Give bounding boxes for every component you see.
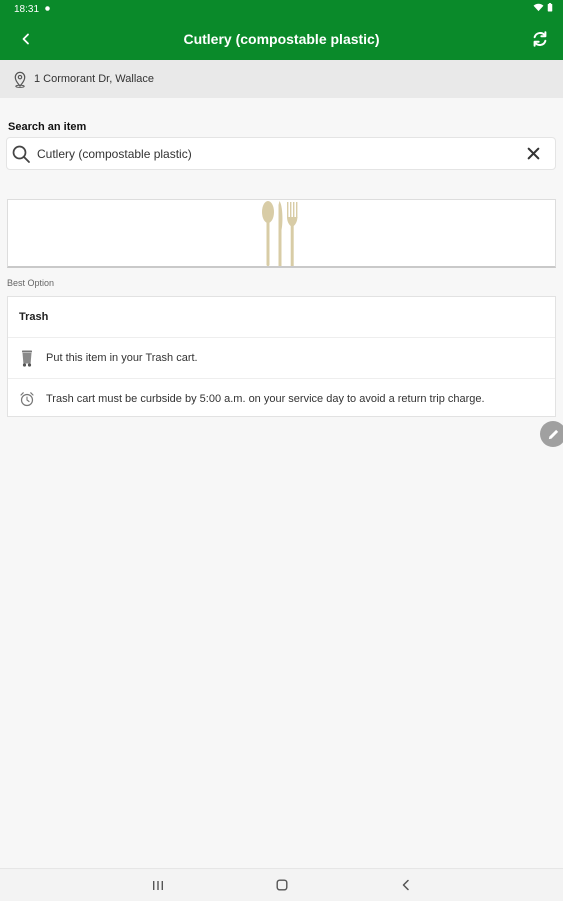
search-box bbox=[6, 137, 556, 170]
system-nav-bar bbox=[0, 868, 563, 901]
home-icon bbox=[276, 879, 288, 891]
app-bar: Cutlery (compostable plastic) bbox=[0, 18, 563, 60]
alarm-clock-icon bbox=[18, 391, 36, 407]
system-back-button[interactable] bbox=[396, 876, 416, 894]
search-label: Search an item bbox=[8, 121, 87, 133]
address-bar[interactable]: 1 Cormorant Dr, Wallace bbox=[0, 60, 563, 98]
clear-search-button[interactable] bbox=[519, 140, 547, 168]
close-icon bbox=[527, 147, 539, 160]
best-option-label: Best Option bbox=[7, 278, 55, 288]
pencil-icon bbox=[548, 429, 558, 439]
instruction-row: Put this item in your Trash cart. bbox=[8, 338, 555, 379]
recent-apps-button[interactable] bbox=[148, 876, 168, 894]
instruction-row: Trash cart must be curbside by 5:00 a.m.… bbox=[8, 379, 555, 419]
trash-cart-icon bbox=[18, 350, 36, 367]
wifi-icon bbox=[533, 3, 544, 15]
item-image-card bbox=[7, 199, 556, 268]
refresh-icon bbox=[533, 31, 547, 47]
edit-button[interactable] bbox=[540, 421, 563, 447]
option-title: Trash bbox=[8, 297, 555, 338]
refresh-button[interactable] bbox=[527, 26, 553, 52]
status-time: 18:31 bbox=[14, 3, 40, 15]
chevron-left-icon bbox=[22, 33, 29, 45]
back-button[interactable] bbox=[14, 27, 38, 51]
instruction-text: Trash cart must be curbside by 5:00 a.m.… bbox=[46, 393, 485, 405]
battery-icon bbox=[547, 3, 553, 15]
search-input[interactable] bbox=[35, 145, 519, 162]
notification-icon bbox=[44, 4, 51, 15]
cutlery-image bbox=[261, 200, 297, 266]
back-arrow-icon bbox=[402, 879, 409, 891]
instruction-text: Put this item in your Trash cart. bbox=[46, 352, 198, 364]
search-icon bbox=[11, 144, 31, 164]
home-button[interactable] bbox=[272, 876, 292, 894]
recent-apps-icon bbox=[153, 880, 163, 890]
best-option-card: Trash Put this item in your Trash cart. … bbox=[7, 296, 556, 417]
location-pin-icon bbox=[12, 71, 28, 88]
status-bar: 18:31 bbox=[0, 0, 563, 18]
page-title: Cutlery (compostable plastic) bbox=[183, 31, 380, 47]
address-text: 1 Cormorant Dr, Wallace bbox=[34, 73, 155, 85]
